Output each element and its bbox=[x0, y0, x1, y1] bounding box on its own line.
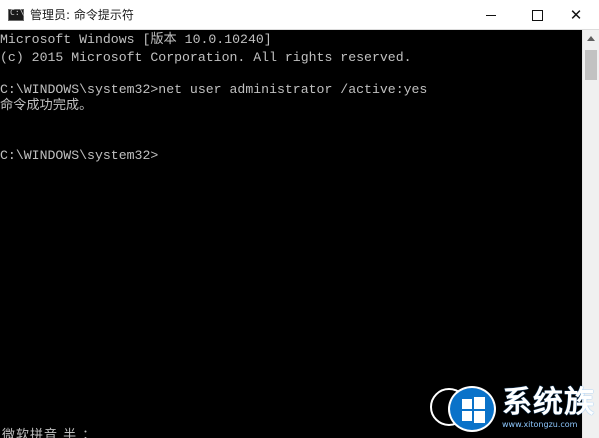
close-icon: ✕ bbox=[569, 5, 583, 24]
console-output[interactable]: Microsoft Windows [版本 10.0.10240] (c) 20… bbox=[0, 30, 582, 438]
chevron-up-icon bbox=[587, 36, 595, 41]
cmd-icon-glyph: C:\ bbox=[10, 8, 25, 17]
console-line-version: Microsoft Windows [版本 10.0.10240] bbox=[0, 32, 272, 47]
console-prompt[interactable]: C:\WINDOWS\system32> bbox=[0, 147, 158, 165]
vertical-scrollbar[interactable] bbox=[582, 30, 599, 438]
ime-status-bar: 微软拼音 半 ： bbox=[2, 428, 97, 438]
window-title: 管理员: 命令提示符 bbox=[30, 8, 134, 22]
maximize-icon bbox=[531, 9, 543, 21]
console-line-result: 命令成功完成。 bbox=[0, 98, 93, 113]
title-bar[interactable]: C:\ 管理员: 命令提示符 ✕ bbox=[0, 0, 599, 30]
windows-logo-icon bbox=[448, 386, 496, 432]
cmd-icon[interactable]: C:\ bbox=[8, 8, 25, 21]
watermark-url: www.xitongzu.com bbox=[502, 420, 578, 429]
site-watermark: 系统族 www.xitongzu.com bbox=[430, 382, 599, 438]
watermark-text: 系统族 bbox=[502, 385, 595, 420]
minimize-button[interactable] bbox=[468, 0, 514, 30]
scroll-up-button[interactable] bbox=[583, 30, 599, 47]
command-prompt-window: C:\ 管理员: 命令提示符 ✕ Microsoft Windows [版本 1… bbox=[0, 0, 599, 438]
console-line-copyright: (c) 2015 Microsoft Corporation. All righ… bbox=[0, 50, 412, 65]
close-button[interactable]: ✕ bbox=[553, 0, 599, 30]
minimize-icon bbox=[486, 14, 496, 16]
scroll-thumb[interactable] bbox=[585, 50, 597, 80]
